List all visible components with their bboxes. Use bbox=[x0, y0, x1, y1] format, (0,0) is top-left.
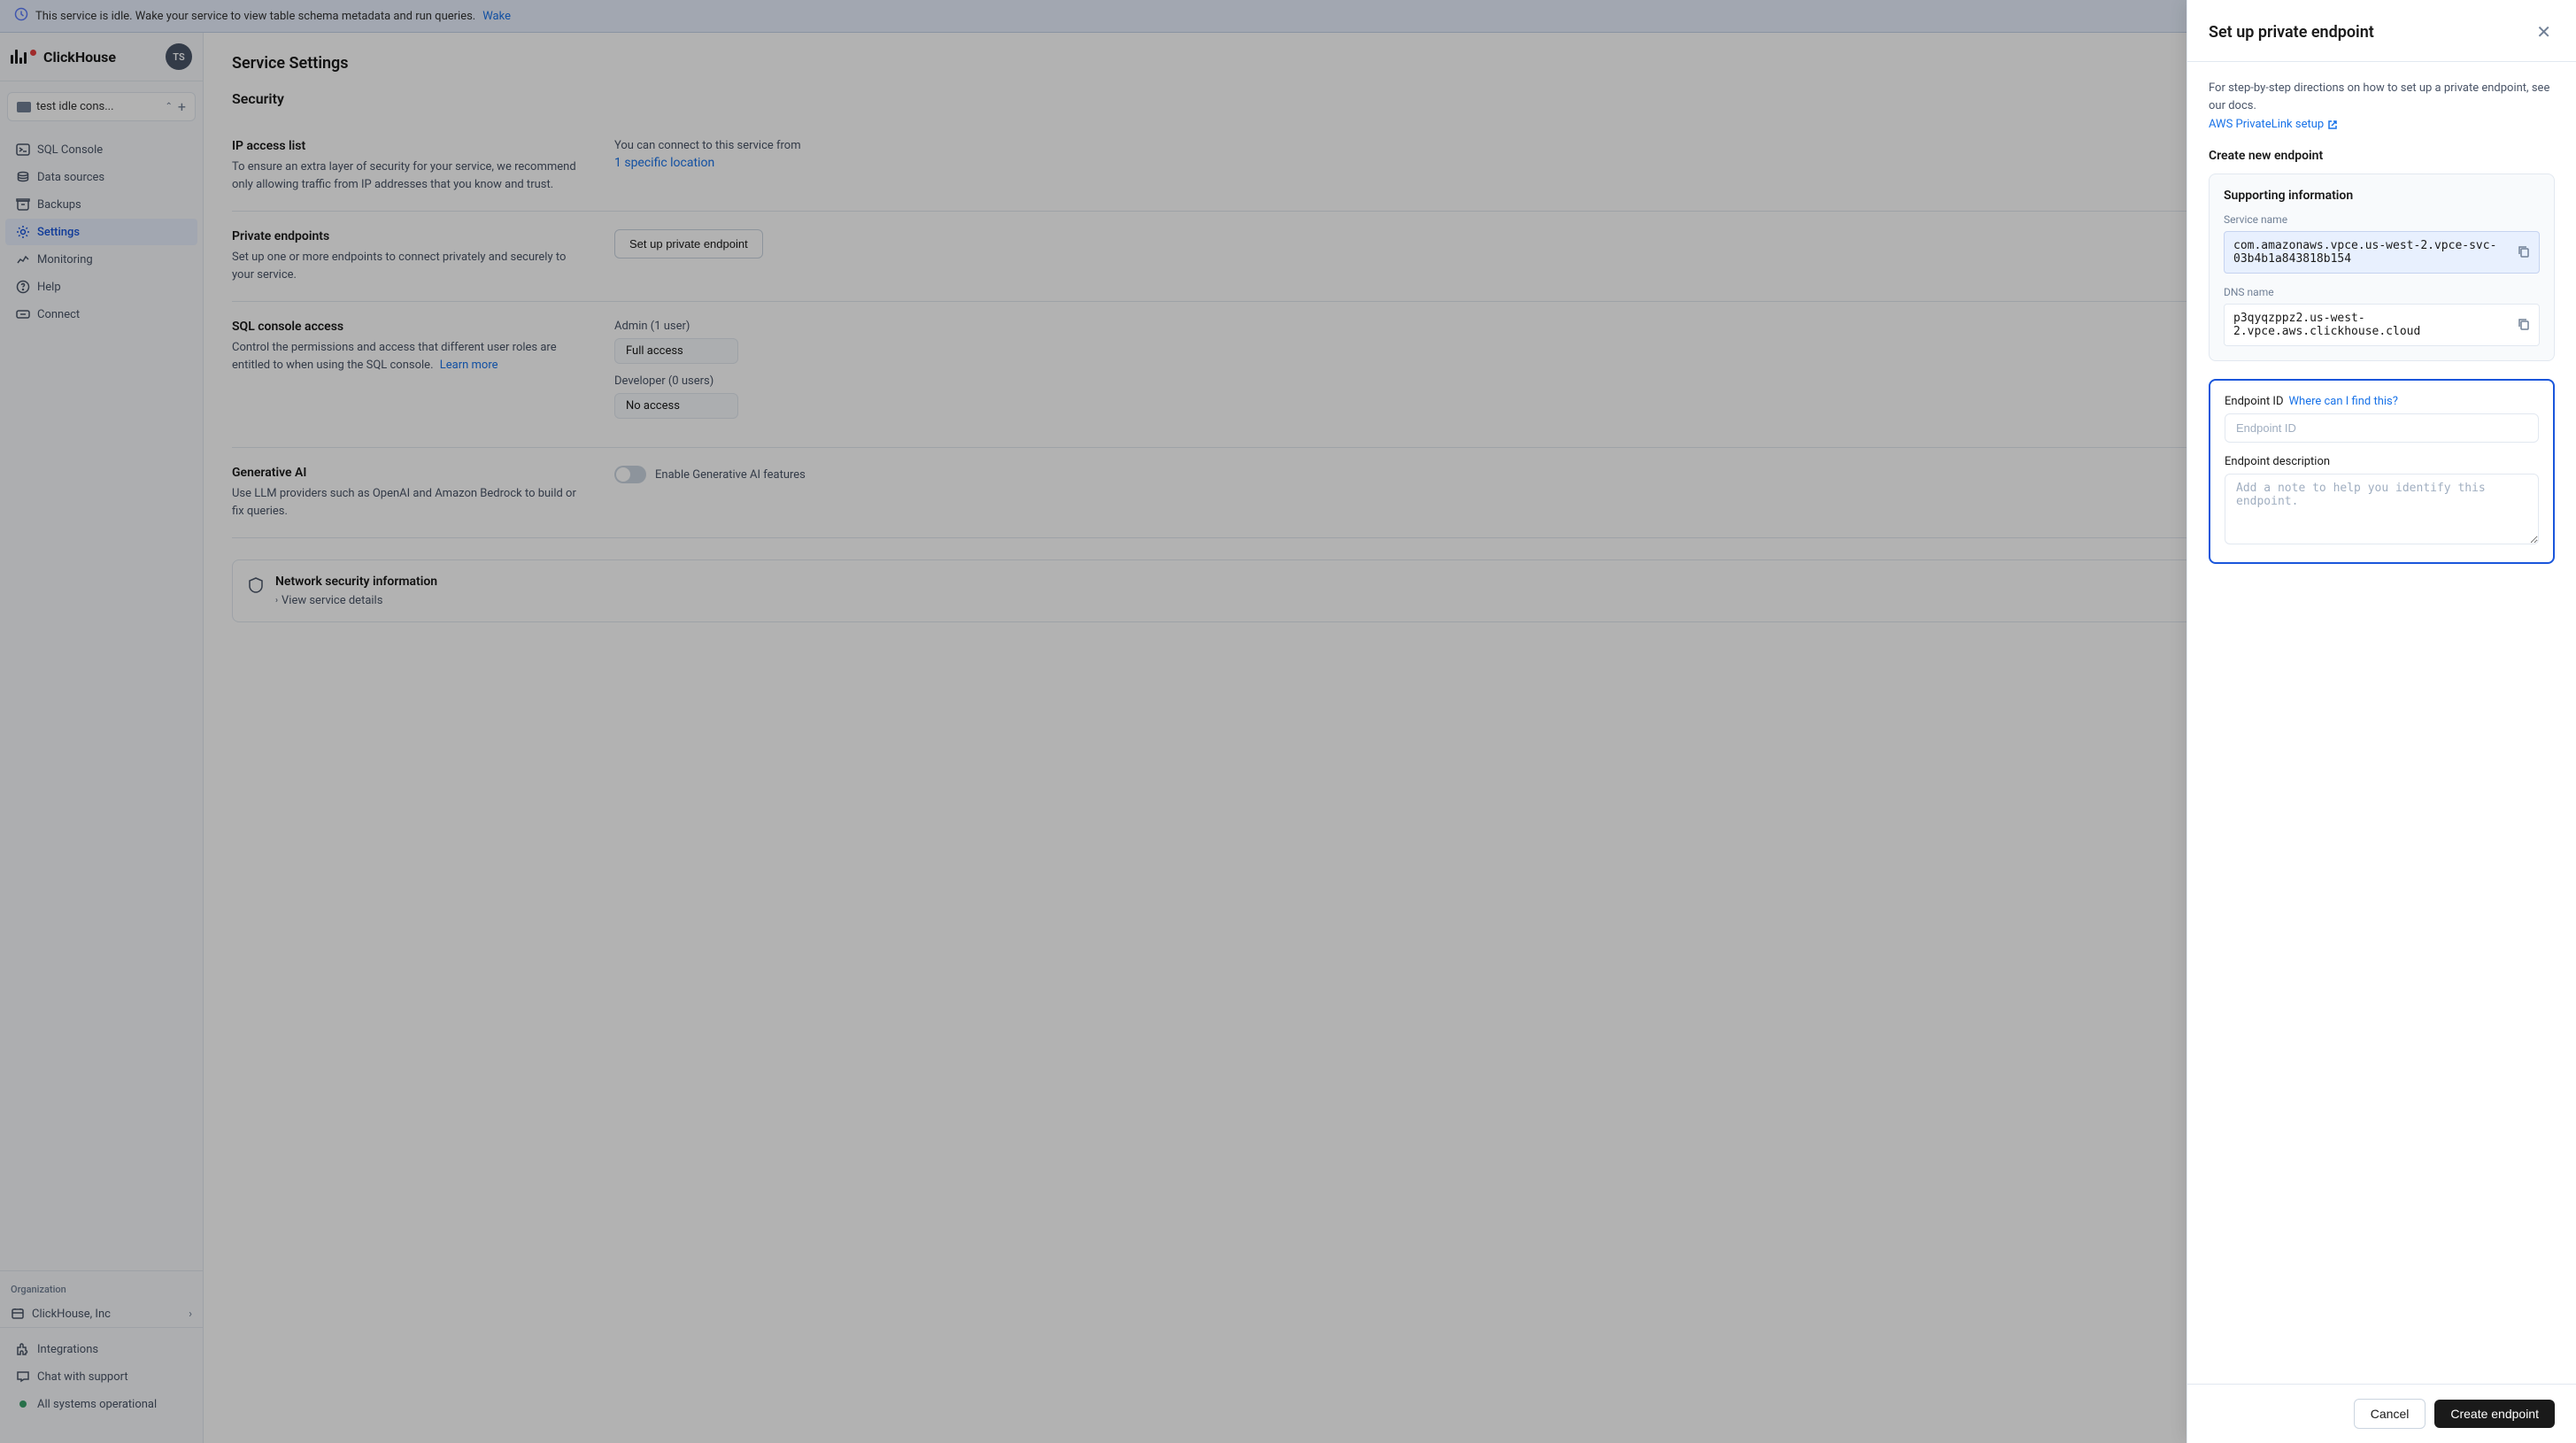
dns-name-text: p3qyqzppz2.us-west-2.vpce.aws.clickhouse… bbox=[2233, 312, 2510, 338]
supporting-info-card: Supporting information Service name com.… bbox=[2209, 174, 2555, 361]
cancel-button[interactable]: Cancel bbox=[2354, 1399, 2426, 1429]
aws-privatelink-link[interactable]: AWS PrivateLink setup bbox=[2209, 118, 2555, 131]
create-endpoint-title: Create new endpoint bbox=[2209, 149, 2555, 163]
create-endpoint-button[interactable]: Create endpoint bbox=[2434, 1400, 2555, 1428]
external-link-icon bbox=[2327, 120, 2338, 130]
where-to-find-link[interactable]: Where can I find this? bbox=[2289, 395, 2398, 408]
dns-name-value: p3qyqzppz2.us-west-2.vpce.aws.clickhouse… bbox=[2224, 304, 2540, 346]
endpoint-description-label: Endpoint description bbox=[2225, 455, 2539, 468]
endpoint-form-card: Endpoint ID Where can I find this? Endpo… bbox=[2209, 379, 2555, 564]
endpoint-id-input[interactable] bbox=[2225, 413, 2539, 443]
endpoint-description-textarea[interactable] bbox=[2225, 474, 2539, 544]
side-panel: Set up private endpoint ✕ For step-by-st… bbox=[2187, 0, 2576, 1443]
dns-name-label: DNS name bbox=[2224, 286, 2540, 298]
close-panel-button[interactable]: ✕ bbox=[2533, 18, 2555, 47]
panel-body: For step-by-step directions on how to se… bbox=[2187, 62, 2576, 1384]
panel-footer: Cancel Create endpoint bbox=[2187, 1384, 2576, 1443]
aws-link-text: AWS PrivateLink setup bbox=[2209, 118, 2324, 131]
panel-header: Set up private endpoint ✕ bbox=[2187, 0, 2576, 62]
panel-description: For step-by-step directions on how to se… bbox=[2209, 80, 2555, 114]
supporting-info-title: Supporting information bbox=[2224, 189, 2540, 203]
copy-dns-name-button[interactable] bbox=[2510, 318, 2530, 333]
service-name-value: com.amazonaws.vpce.us-west-2.vpce-svc-03… bbox=[2224, 231, 2540, 274]
service-name-label: Service name bbox=[2224, 213, 2540, 226]
service-name-text: com.amazonaws.vpce.us-west-2.vpce-svc-03… bbox=[2233, 239, 2510, 266]
endpoint-id-label: Endpoint ID Where can I find this? bbox=[2225, 395, 2539, 408]
service-name-field: Service name com.amazonaws.vpce.us-west-… bbox=[2224, 213, 2540, 274]
panel-title: Set up private endpoint bbox=[2209, 23, 2374, 42]
dns-name-field: DNS name p3qyqzppz2.us-west-2.vpce.aws.c… bbox=[2224, 286, 2540, 346]
copy-service-name-button[interactable] bbox=[2510, 245, 2530, 260]
